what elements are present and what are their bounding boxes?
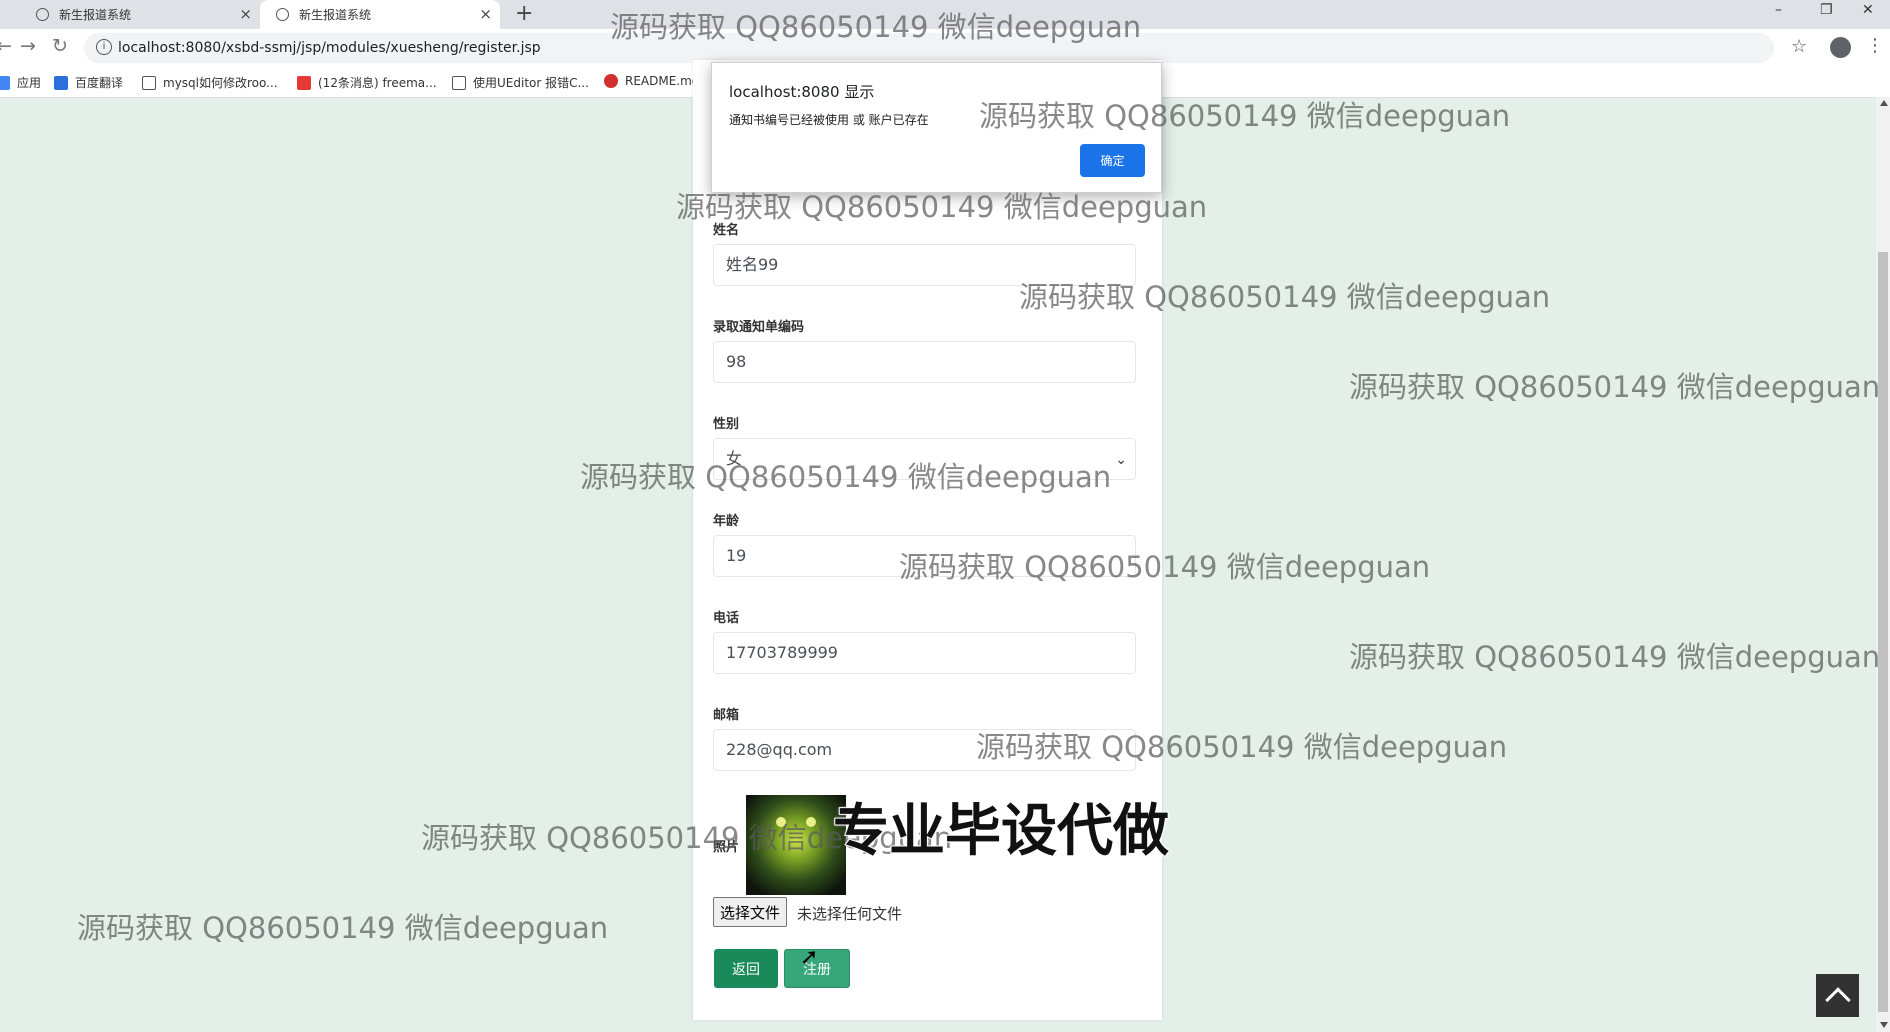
photo-preview-image	[746, 795, 846, 895]
age-label: 年龄	[713, 514, 740, 529]
chevron-down-icon: ⌄	[1115, 452, 1127, 468]
email-input[interactable]: 228@qq.com	[713, 729, 1136, 771]
phone-label: 电话	[713, 611, 740, 626]
gender-selected-value: 女	[726, 449, 743, 468]
bookmark-readme[interactable]: README.md ·	[604, 74, 707, 88]
forward-arrow-icon[interactable]: →	[20, 35, 36, 57]
back-button[interactable]: 返回	[714, 949, 778, 988]
file-status-text: 未选择任何文件	[797, 905, 903, 923]
bookmark-label: 使用UEditor 报错C...	[473, 76, 589, 90]
minimize-button[interactable]: –	[1775, 2, 1782, 18]
link-icon	[142, 75, 156, 90]
watermark-text: 源码获取 QQ86050149 微信deepguan	[1349, 640, 1881, 674]
notice-code-label: 录取通知单编码	[713, 320, 805, 335]
bookmark-mysql[interactable]: mysql如何修改roo...	[142, 74, 278, 91]
name-label: 姓名	[713, 223, 740, 238]
dialog-ok-button[interactable]: 确定	[1080, 144, 1145, 177]
bookmark-baidu-translate[interactable]: 百度翻译	[54, 74, 123, 91]
notice-code-input[interactable]: 98	[713, 341, 1136, 383]
bookmark-ueditor[interactable]: 使用UEditor 报错C...	[452, 74, 589, 91]
bookmark-csdn[interactable]: (12条消息) freema...	[297, 74, 437, 91]
close-icon[interactable]: ×	[479, 5, 492, 23]
scroll-down-arrow-icon[interactable]	[1880, 1022, 1888, 1028]
bookmark-label: 应用	[17, 76, 42, 90]
menu-kebab-icon[interactable]: ⋮	[1866, 35, 1884, 56]
dialog-title: localhost:8080 显示	[729, 83, 875, 101]
gitee-icon	[604, 74, 618, 88]
chevron-up-icon	[1824, 986, 1851, 1013]
translate-icon	[54, 75, 68, 90]
reload-icon[interactable]: ↻	[52, 35, 68, 57]
info-icon[interactable]: i	[96, 39, 112, 55]
tab-title: 新生报道系统	[59, 8, 132, 22]
bookmark-label: mysql如何修改roo...	[163, 76, 278, 90]
dialog-message: 通知书编号已经被使用 或 账户已存在	[729, 113, 929, 127]
watermark-text: 源码获取 QQ86050149 微信deepguan	[77, 911, 609, 945]
apps-icon	[0, 75, 10, 90]
scrollbar-thumb[interactable]	[1878, 252, 1888, 1012]
register-form-card: 姓名 姓名99 录取通知单编码 98 性别 女 ⌄ 年龄 19 电话 17703…	[693, 60, 1162, 1020]
close-window-button[interactable]: ✕	[1862, 2, 1874, 18]
link-icon	[452, 75, 466, 90]
bookmark-star-icon[interactable]: ☆	[1791, 36, 1807, 57]
scroll-up-arrow-icon[interactable]	[1880, 100, 1888, 106]
age-input[interactable]: 19	[713, 535, 1136, 577]
back-to-top-button[interactable]	[1816, 974, 1859, 1017]
tab-title: 新生报道系统	[299, 8, 372, 22]
tab-bar: 新生报道系统 × 新生报道系统 × + – ❐ ✕	[0, 0, 1890, 29]
name-input[interactable]: 姓名99	[713, 244, 1136, 286]
frog-eyes	[776, 817, 816, 829]
bookmark-apps[interactable]: 应用	[0, 74, 41, 91]
tab-xsbd-2[interactable]: 新生报道系统 ×	[260, 0, 500, 29]
close-icon[interactable]: ×	[239, 5, 252, 23]
url-text[interactable]: localhost:8080/xsbd-ssmj/jsp/modules/xue…	[118, 40, 541, 56]
email-label: 邮箱	[713, 708, 740, 723]
tab-xsbd-1[interactable]: 新生报道系统 ×	[0, 0, 260, 29]
csdn-icon	[297, 75, 311, 90]
address-bar[interactable]: i localhost:8080/xsbd-ssmj/jsp/modules/x…	[84, 33, 1774, 63]
watermark-text: 源码获取 QQ86050149 微信deepguan	[1349, 370, 1881, 404]
phone-input[interactable]: 17703789999	[713, 632, 1136, 674]
bookmark-label: 百度翻译	[75, 76, 124, 90]
promo-banner-text: 专业毕设代做	[832, 798, 1170, 865]
photo-label: 照片	[713, 840, 740, 855]
globe-icon	[36, 8, 49, 21]
page-scrollbar[interactable]	[1876, 97, 1890, 1032]
choose-file-button[interactable]: 选择文件	[713, 897, 788, 927]
gender-label: 性别	[713, 417, 740, 432]
globe-icon	[276, 8, 289, 21]
profile-avatar[interactable]	[1830, 37, 1851, 58]
new-tab-button[interactable]: +	[515, 1, 533, 26]
alert-dialog: localhost:8080 显示 通知书编号已经被使用 或 账户已存在 确定	[711, 62, 1162, 193]
gender-select[interactable]: 女 ⌄	[713, 438, 1136, 480]
restore-button[interactable]: ❐	[1820, 2, 1833, 18]
back-arrow-icon[interactable]: ←	[0, 35, 12, 57]
bookmark-label: (12条消息) freema...	[318, 76, 437, 90]
